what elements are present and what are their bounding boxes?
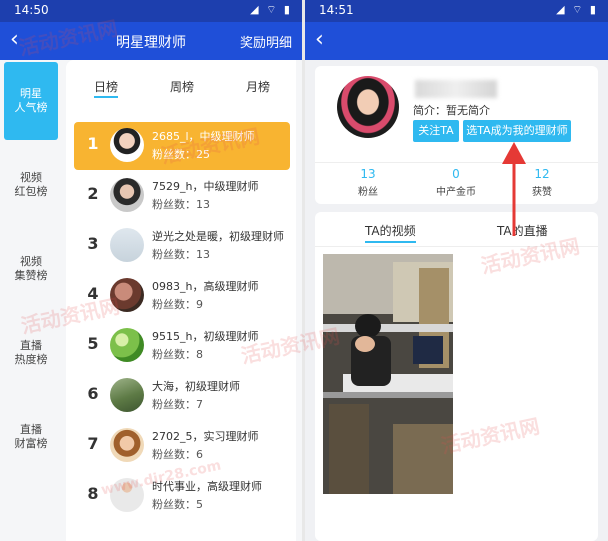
reward-detail-link[interactable]: 奖励明细 [240,32,292,51]
rank-row[interactable]: 4 0983_h，高级理财师 粉丝数：9 [74,272,290,320]
status-time: 14:51 [319,3,354,17]
rank-fans: 粉丝数：5 [152,498,203,511]
sidebar-item-live-wealth[interactable]: 直播 财富榜 [4,398,58,476]
choose-advisor-button[interactable]: 选TA成为我的理财师 [463,120,571,142]
avatar [110,228,144,262]
rank-number: 1 [87,134,99,153]
profile-intro: 简介：暂无简介 [413,104,490,117]
rank-row[interactable]: 7 2702_5，实习理财师 粉丝数：6 [74,422,290,470]
rank-number: 2 [87,184,99,203]
rank-number: 3 [87,234,99,253]
stat-label: 中产金币 [436,187,476,198]
nav-bar: ‹ [305,22,608,60]
rank-row[interactable]: 5 9515_h，初级理财师 粉丝数：8 [74,322,290,370]
content-card: TA的视频 TA的直播 [315,212,598,541]
profile-stats: 13 粉丝 0 中产金币 12 获赞 [315,162,598,198]
rank-fans: 粉丝数：25 [152,148,210,161]
rank-name: 2702_5，实习理财师 [152,430,259,443]
avatar [110,328,144,362]
rank-row[interactable]: 2 7529_h，中级理财师 粉丝数：13 [74,172,290,220]
tab-daily[interactable]: 日榜 [94,78,119,98]
rank-number: 8 [87,484,99,503]
ranking-panel: 日榜 周榜 月榜 1 2685_l，中级理财师 粉丝数：25 2 7529_h，… [66,60,296,541]
stat-likes: 12 获赞 [507,167,577,198]
rank-fans: 粉丝数：9 [152,298,203,311]
blurred-username [415,80,497,98]
rank-name: 7529_h，中级理财师 [152,180,259,193]
stat-label: 获赞 [532,187,552,198]
rank-number: 5 [87,334,99,353]
tab-live[interactable]: TA的直播 [497,222,548,239]
status-time: 14:50 [14,3,49,17]
rank-row[interactable]: 3 逆光之处是暖，初级理财师 粉丝数：13 [74,222,290,270]
avatar [110,178,144,212]
rank-number: 7 [87,434,99,453]
tab-weekly[interactable]: 周榜 [170,78,194,95]
stat-value: 0 [452,167,460,181]
stat-label: 粉丝 [358,187,378,198]
rank-name: 2685_l，中级理财师 [152,130,255,143]
stat-value: 13 [360,167,376,181]
profile-avatar [337,76,399,138]
avatar [110,478,144,512]
rank-row[interactable]: 6 大海，初级理财师 粉丝数：7 [74,372,290,420]
rank-fans: 粉丝数：13 [152,248,210,261]
rank-row[interactable]: 8 时代事业，高级理财师 粉丝数：5 [74,472,290,520]
stat-value: 12 [534,167,550,181]
ranking-screen: 14:50 ◢ ⌔ ▮ ‹ 明星理财师 奖励明细 明星 人气榜 视频 红包榜 视… [0,0,302,541]
sidebar-item-star-popularity[interactable]: 明星 人气榜 [4,62,58,140]
profile-screen: 14:51 ◢ ⌔ ▮ ‹ 简介：暂无简介 关注TA 选TA成为我的理财师 13… [305,0,608,541]
rank-name: 9515_h，初级理财师 [152,330,259,343]
avatar [110,378,144,412]
rank-name: 逆光之处是暖，初级理财师 [152,230,284,243]
stat-fans: 13 粉丝 [333,167,403,198]
avatar [110,278,144,312]
category-sidebar: 明星 人气榜 视频 红包榜 视频 集赞榜 直播 热度榜 直播 财富榜 [0,60,62,541]
follow-button[interactable]: 关注TA [413,120,459,142]
avatar [110,128,144,162]
rank-fans: 粉丝数：8 [152,348,203,361]
status-bar: 14:51 ◢ ⌔ ▮ [305,0,608,22]
rank-row[interactable]: 1 2685_l，中级理财师 粉丝数：25 [74,122,290,170]
back-arrow-icon[interactable]: ‹ [315,28,324,52]
rank-name: 时代事业，高级理财师 [152,480,262,493]
rank-fans: 粉丝数：7 [152,398,203,411]
status-icons: ◢ ⌔ ▮ [250,3,292,16]
sidebar-item-video-redpacket[interactable]: 视频 红包榜 [4,146,58,224]
status-bar: 14:50 ◢ ⌔ ▮ [0,0,302,22]
tab-monthly[interactable]: 月榜 [246,78,270,95]
profile-card: 简介：暂无简介 关注TA 选TA成为我的理财师 13 粉丝 0 中产金币 12 … [315,66,598,204]
rank-number: 6 [87,384,99,403]
period-tabs: 日榜 周榜 月榜 [66,60,296,112]
rank-number: 4 [87,284,99,303]
video-thumbnail[interactable] [323,254,453,494]
rank-name: 大海，初级理财师 [152,380,240,393]
tab-divider [315,246,598,247]
nav-bar: ‹ 明星理财师 奖励明细 [0,22,302,60]
stat-coins: 0 中产金币 [421,167,491,198]
tab-videos[interactable]: TA的视频 [365,222,416,243]
status-icons: ◢ ⌔ ▮ [556,3,598,16]
sidebar-item-live-heat[interactable]: 直播 热度榜 [4,314,58,392]
sidebar-item-video-likes[interactable]: 视频 集赞榜 [4,230,58,308]
rank-name: 0983_h，高级理财师 [152,280,259,293]
rank-fans: 粉丝数：6 [152,448,203,461]
video-scene-image [323,254,453,494]
avatar [110,428,144,462]
rank-fans: 粉丝数：13 [152,198,210,211]
